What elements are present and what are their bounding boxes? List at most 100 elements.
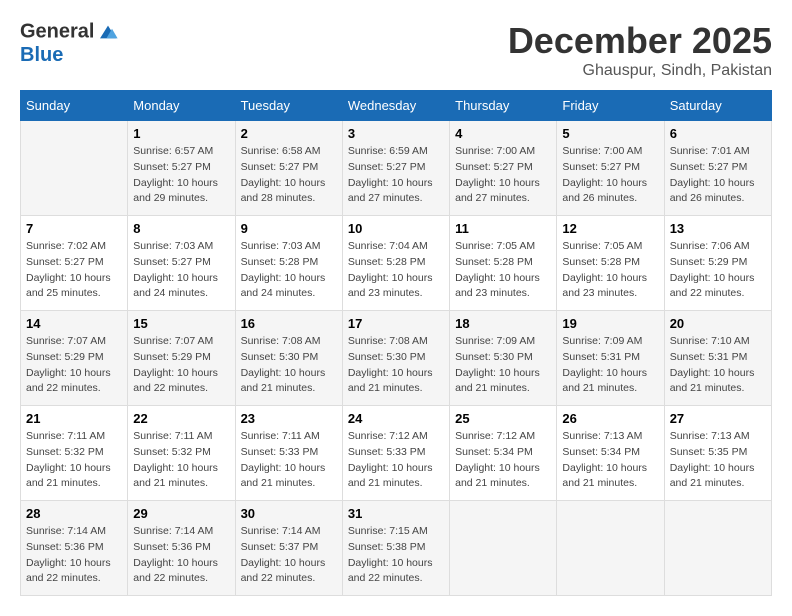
day-number: 14 <box>26 316 122 331</box>
day-number: 24 <box>348 411 444 426</box>
cell-w4-d5: 25 Sunrise: 7:12 AMSunset: 5:34 PMDaylig… <box>450 406 557 501</box>
day-number: 12 <box>562 221 658 236</box>
header-row: Sunday Monday Tuesday Wednesday Thursday… <box>21 91 772 121</box>
month-title: December 2025 <box>508 20 772 62</box>
day-number: 5 <box>562 126 658 141</box>
day-detail: Sunrise: 7:11 AMSunset: 5:32 PMDaylight:… <box>133 430 218 489</box>
cell-w5-d6 <box>557 501 664 596</box>
day-detail: Sunrise: 7:11 AMSunset: 5:32 PMDaylight:… <box>26 430 111 489</box>
cell-w2-d4: 10 Sunrise: 7:04 AMSunset: 5:28 PMDaylig… <box>342 216 449 311</box>
logo: General Blue <box>20 20 120 67</box>
cell-w5-d1: 28 Sunrise: 7:14 AMSunset: 5:36 PMDaylig… <box>21 501 128 596</box>
header-tuesday: Tuesday <box>235 91 342 121</box>
day-number: 18 <box>455 316 551 331</box>
cell-w5-d4: 31 Sunrise: 7:15 AMSunset: 5:38 PMDaylig… <box>342 501 449 596</box>
day-number: 4 <box>455 126 551 141</box>
day-detail: Sunrise: 6:59 AMSunset: 5:27 PMDaylight:… <box>348 145 433 204</box>
day-number: 25 <box>455 411 551 426</box>
logo-general: General <box>20 20 94 42</box>
day-detail: Sunrise: 7:01 AMSunset: 5:27 PMDaylight:… <box>670 145 755 204</box>
day-number: 29 <box>133 506 229 521</box>
cell-w4-d3: 23 Sunrise: 7:11 AMSunset: 5:33 PMDaylig… <box>235 406 342 501</box>
day-number: 26 <box>562 411 658 426</box>
day-number: 15 <box>133 316 229 331</box>
day-number: 8 <box>133 221 229 236</box>
header-sunday: Sunday <box>21 91 128 121</box>
cell-w4-d2: 22 Sunrise: 7:11 AMSunset: 5:32 PMDaylig… <box>128 406 235 501</box>
page-header: General Blue December 2025 Ghauspur, Sin… <box>20 20 772 80</box>
cell-w1-d6: 5 Sunrise: 7:00 AMSunset: 5:27 PMDayligh… <box>557 121 664 216</box>
cell-w2-d7: 13 Sunrise: 7:06 AMSunset: 5:29 PMDaylig… <box>664 216 771 311</box>
day-detail: Sunrise: 7:00 AMSunset: 5:27 PMDaylight:… <box>455 145 540 204</box>
cell-w1-d7: 6 Sunrise: 7:01 AMSunset: 5:27 PMDayligh… <box>664 121 771 216</box>
day-detail: Sunrise: 7:15 AMSunset: 5:38 PMDaylight:… <box>348 525 433 584</box>
day-number: 10 <box>348 221 444 236</box>
day-detail: Sunrise: 7:10 AMSunset: 5:31 PMDaylight:… <box>670 335 755 394</box>
day-number: 3 <box>348 126 444 141</box>
cell-w5-d5 <box>450 501 557 596</box>
cell-w4-d6: 26 Sunrise: 7:13 AMSunset: 5:34 PMDaylig… <box>557 406 664 501</box>
day-number: 21 <box>26 411 122 426</box>
title-block: December 2025 Ghauspur, Sindh, Pakistan <box>508 20 772 80</box>
day-detail: Sunrise: 7:03 AMSunset: 5:28 PMDaylight:… <box>241 240 326 299</box>
day-number: 11 <box>455 221 551 236</box>
day-detail: Sunrise: 7:07 AMSunset: 5:29 PMDaylight:… <box>133 335 218 394</box>
day-number: 2 <box>241 126 337 141</box>
day-number: 9 <box>241 221 337 236</box>
day-detail: Sunrise: 7:14 AMSunset: 5:36 PMDaylight:… <box>133 525 218 584</box>
cell-w2-d3: 9 Sunrise: 7:03 AMSunset: 5:28 PMDayligh… <box>235 216 342 311</box>
day-number: 17 <box>348 316 444 331</box>
cell-w4-d7: 27 Sunrise: 7:13 AMSunset: 5:35 PMDaylig… <box>664 406 771 501</box>
cell-w2-d6: 12 Sunrise: 7:05 AMSunset: 5:28 PMDaylig… <box>557 216 664 311</box>
day-number: 28 <box>26 506 122 521</box>
header-wednesday: Wednesday <box>342 91 449 121</box>
cell-w3-d4: 17 Sunrise: 7:08 AMSunset: 5:30 PMDaylig… <box>342 311 449 406</box>
cell-w1-d1 <box>21 121 128 216</box>
location-subtitle: Ghauspur, Sindh, Pakistan <box>508 62 772 80</box>
day-number: 30 <box>241 506 337 521</box>
day-detail: Sunrise: 7:13 AMSunset: 5:35 PMDaylight:… <box>670 430 755 489</box>
cell-w1-d2: 1 Sunrise: 6:57 AMSunset: 5:27 PMDayligh… <box>128 121 235 216</box>
day-detail: Sunrise: 7:06 AMSunset: 5:29 PMDaylight:… <box>670 240 755 299</box>
day-number: 22 <box>133 411 229 426</box>
calendar-table: Sunday Monday Tuesday Wednesday Thursday… <box>20 90 772 596</box>
day-detail: Sunrise: 7:04 AMSunset: 5:28 PMDaylight:… <box>348 240 433 299</box>
day-number: 6 <box>670 126 766 141</box>
cell-w3-d7: 20 Sunrise: 7:10 AMSunset: 5:31 PMDaylig… <box>664 311 771 406</box>
day-detail: Sunrise: 7:14 AMSunset: 5:36 PMDaylight:… <box>26 525 111 584</box>
cell-w5-d2: 29 Sunrise: 7:14 AMSunset: 5:36 PMDaylig… <box>128 501 235 596</box>
cell-w3-d6: 19 Sunrise: 7:09 AMSunset: 5:31 PMDaylig… <box>557 311 664 406</box>
day-detail: Sunrise: 7:02 AMSunset: 5:27 PMDaylight:… <box>26 240 111 299</box>
day-detail: Sunrise: 6:58 AMSunset: 5:27 PMDaylight:… <box>241 145 326 204</box>
header-thursday: Thursday <box>450 91 557 121</box>
day-detail: Sunrise: 7:03 AMSunset: 5:27 PMDaylight:… <box>133 240 218 299</box>
header-saturday: Saturday <box>664 91 771 121</box>
cell-w3-d5: 18 Sunrise: 7:09 AMSunset: 5:30 PMDaylig… <box>450 311 557 406</box>
day-number: 19 <box>562 316 658 331</box>
week-row-2: 7 Sunrise: 7:02 AMSunset: 5:27 PMDayligh… <box>21 216 772 311</box>
cell-w1-d5: 4 Sunrise: 7:00 AMSunset: 5:27 PMDayligh… <box>450 121 557 216</box>
day-detail: Sunrise: 7:08 AMSunset: 5:30 PMDaylight:… <box>348 335 433 394</box>
day-detail: Sunrise: 7:12 AMSunset: 5:34 PMDaylight:… <box>455 430 540 489</box>
cell-w2-d5: 11 Sunrise: 7:05 AMSunset: 5:28 PMDaylig… <box>450 216 557 311</box>
cell-w3-d1: 14 Sunrise: 7:07 AMSunset: 5:29 PMDaylig… <box>21 311 128 406</box>
logo-blue: Blue <box>20 44 120 67</box>
day-number: 7 <box>26 221 122 236</box>
week-row-5: 28 Sunrise: 7:14 AMSunset: 5:36 PMDaylig… <box>21 501 772 596</box>
day-number: 20 <box>670 316 766 331</box>
day-number: 31 <box>348 506 444 521</box>
day-number: 16 <box>241 316 337 331</box>
day-detail: Sunrise: 7:07 AMSunset: 5:29 PMDaylight:… <box>26 335 111 394</box>
header-monday: Monday <box>128 91 235 121</box>
cell-w4-d4: 24 Sunrise: 7:12 AMSunset: 5:33 PMDaylig… <box>342 406 449 501</box>
cell-w3-d2: 15 Sunrise: 7:07 AMSunset: 5:29 PMDaylig… <box>128 311 235 406</box>
logo-icon <box>96 20 120 44</box>
cell-w1-d4: 3 Sunrise: 6:59 AMSunset: 5:27 PMDayligh… <box>342 121 449 216</box>
day-detail: Sunrise: 7:09 AMSunset: 5:30 PMDaylight:… <box>455 335 540 394</box>
day-detail: Sunrise: 6:57 AMSunset: 5:27 PMDaylight:… <box>133 145 218 204</box>
cell-w5-d3: 30 Sunrise: 7:14 AMSunset: 5:37 PMDaylig… <box>235 501 342 596</box>
cell-w1-d3: 2 Sunrise: 6:58 AMSunset: 5:27 PMDayligh… <box>235 121 342 216</box>
week-row-3: 14 Sunrise: 7:07 AMSunset: 5:29 PMDaylig… <box>21 311 772 406</box>
day-detail: Sunrise: 7:05 AMSunset: 5:28 PMDaylight:… <box>562 240 647 299</box>
day-number: 1 <box>133 126 229 141</box>
